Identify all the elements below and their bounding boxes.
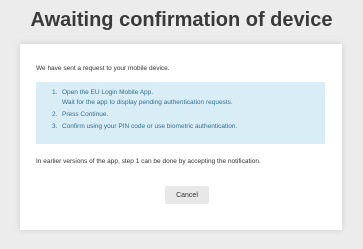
confirmation-card: We have sent a request to your mobile de… (20, 44, 342, 230)
step-text: Open the EU Login Mobile App. (62, 89, 154, 96)
step-3: 3. Confirm using your PIN code or use bio… (52, 123, 237, 130)
intro-text: We have sent a request to your mobile de… (36, 65, 170, 72)
step-number: 3. (52, 123, 58, 130)
step-2: 2. Press Continue. (52, 111, 108, 118)
step-1: 1. Open the EU Login Mobile App. (52, 89, 153, 96)
page-title: Awaiting confirmation of device (30, 9, 333, 31)
step-number: 1. (52, 89, 58, 96)
step-text: Confirm using your PIN code or use biome… (62, 123, 238, 130)
step-1-detail: Wait for the app to display pending auth… (62, 99, 233, 106)
note-text: In earlier versions of the app, step 1 c… (36, 158, 261, 165)
step-text: Press Continue. (62, 111, 109, 118)
instructions-box: 1. Open the EU Login Mobile App. Wait for… (36, 82, 325, 144)
cancel-button[interactable]: Cancel (165, 186, 209, 204)
step-number: 2. (52, 111, 58, 118)
